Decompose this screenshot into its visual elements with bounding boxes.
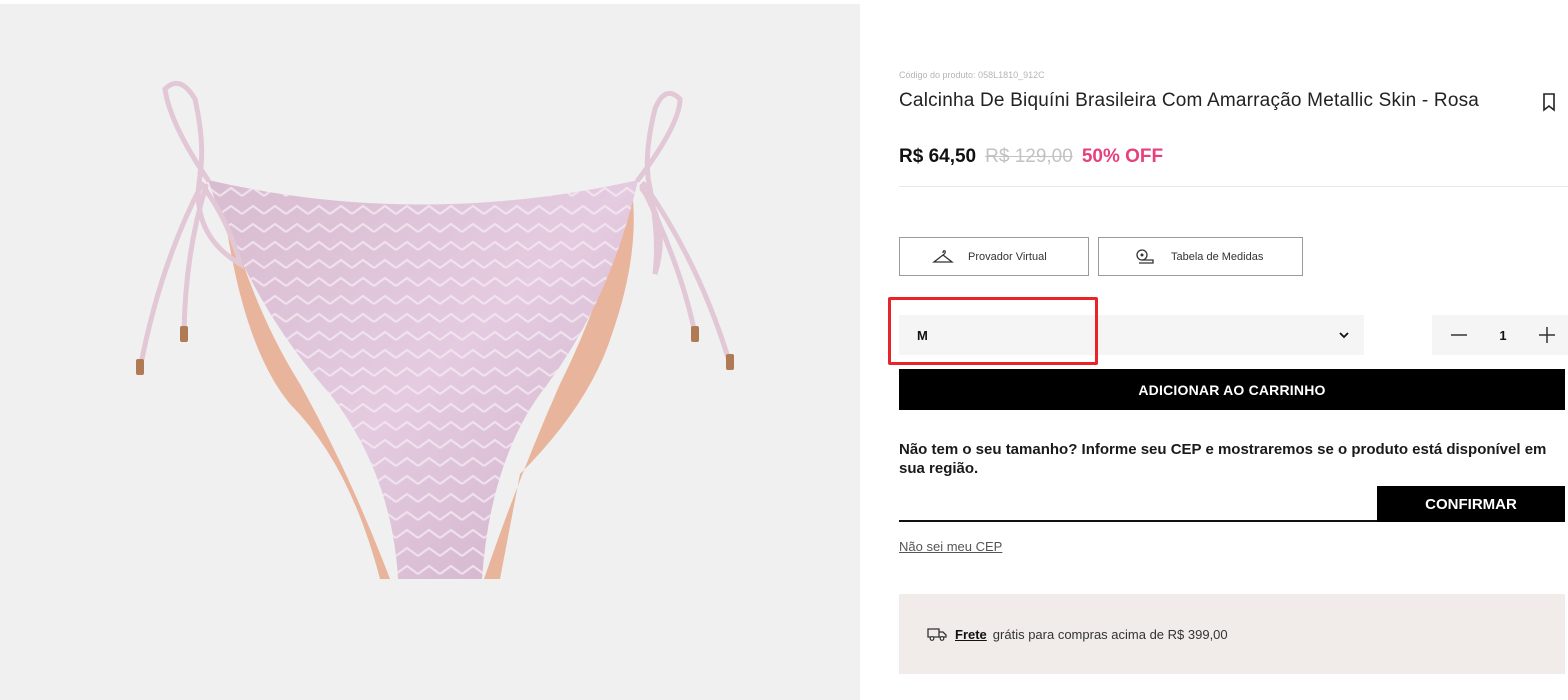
cep-input[interactable] [899,486,1377,522]
unknown-cep-link[interactable]: Não sei meu CEP [899,539,1002,554]
measuring-tape-icon [1136,248,1154,264]
shipping-banner: Frete grátis para compras acima de R$ 39… [899,594,1565,674]
cep-message: Não tem o seu tamanho? Informe seu CEP e… [899,441,1547,477]
size-select[interactable]: M [899,315,1364,355]
virtual-fitting-button[interactable]: Provador Virtual [899,237,1089,276]
minus-icon[interactable] [1450,326,1468,344]
quantity-stepper[interactable]: 1 [1432,315,1568,355]
product-image-panel[interactable] [0,4,860,700]
discount-badge: 50% OFF [1081,146,1164,167]
hanger-icon [932,249,954,263]
product-title: Calcinha De Biquíni Brasileira Com Amarr… [899,90,1480,111]
size-chart-button[interactable]: Tabela de Medidas [1098,237,1303,276]
virtual-fitting-label: Provador Virtual [968,250,1047,263]
product-code: Código do produto: 058L1810_912C [899,70,1045,80]
price-row: R$ 64,50 R$ 129,00 50% OFF [899,146,1163,168]
truck-icon [927,628,947,641]
current-price: R$ 64,50 [899,146,977,167]
size-chart-label: Tabela de Medidas [1171,250,1264,263]
add-to-cart-button[interactable]: ADICIONAR AO CARRINHO [899,369,1565,410]
confirm-button[interactable]: CONFIRMAR [1377,486,1565,522]
product-image [136,80,734,579]
size-selected-value: M [917,327,928,343]
divider [899,186,1568,187]
plus-icon[interactable] [1538,326,1556,344]
quantity-value: 1 [1499,327,1507,343]
old-price: R$ 129,00 [985,146,1073,167]
shipping-text: grátis para compras acima de R$ 399,00 [992,626,1228,642]
chevron-down-icon [1339,332,1349,339]
shipping-link[interactable]: Frete [955,627,987,642]
bookmark-icon[interactable] [1541,92,1557,112]
